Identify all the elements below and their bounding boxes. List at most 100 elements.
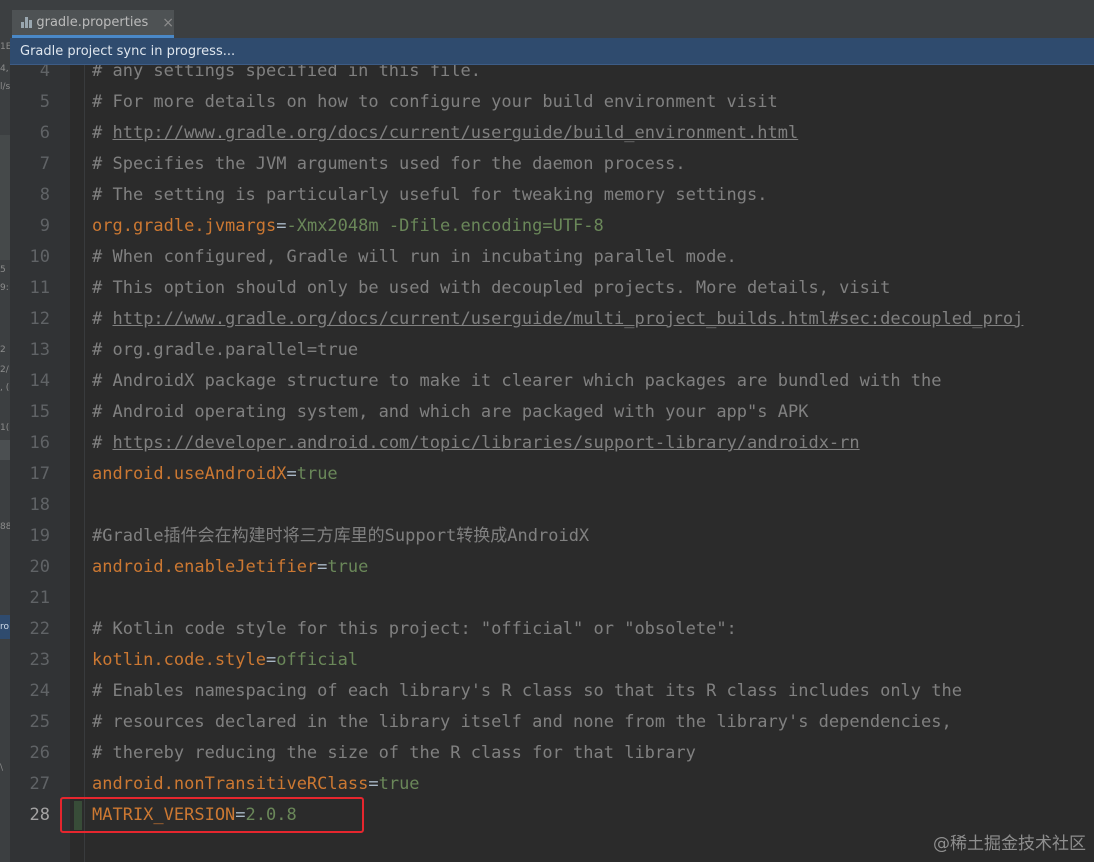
comment-text: # Kotlin code style for this project: "o… xyxy=(92,619,737,639)
property-value: true xyxy=(296,464,338,484)
line-number[interactable]: 24 xyxy=(30,676,50,707)
equals-sign: = xyxy=(276,216,287,236)
code-line[interactable]: # org.gradle.parallel=true xyxy=(92,335,358,366)
line-number[interactable]: 20 xyxy=(30,552,50,583)
sync-status-text: Gradle project sync in progress... xyxy=(20,44,236,59)
code-editor[interactable]: 4 5 6 7 8 9 10 11 12 13 14 15 16 17 18 19 20 21 22 23 24 25 26… xyxy=(10,65,1094,862)
left-panel-text: 9: xyxy=(0,283,9,293)
line-number[interactable]: 5 xyxy=(40,87,50,118)
vcs-change-marker xyxy=(74,801,82,830)
property-value: official xyxy=(276,650,359,670)
line-number[interactable]: 15 xyxy=(30,397,50,428)
line-number[interactable]: 27 xyxy=(30,769,50,800)
comment-text: # The setting is particularly useful for… xyxy=(92,185,768,205)
equals-sign: = xyxy=(286,464,297,484)
code-line[interactable]: android.useAndroidX=true xyxy=(92,459,338,490)
line-number[interactable]: 25 xyxy=(30,707,50,738)
code-line[interactable]: # AndroidX package structure to make it … xyxy=(92,366,942,397)
code-line[interactable]: org.gradle.jvmargs=-Xmx2048m -Dfile.enco… xyxy=(92,211,604,242)
code-line[interactable]: # http://www.gradle.org/docs/current/use… xyxy=(92,118,798,149)
line-number[interactable]: 26 xyxy=(30,738,50,769)
comment-text: #Gradle插件会在构建时将三方库里的Support转换成AndroidX xyxy=(92,526,590,546)
line-number[interactable]: 11 xyxy=(30,273,50,304)
left-panel-text: 2/ xyxy=(0,365,9,375)
code-line[interactable]: android.nonTransitiveRClass=true xyxy=(92,769,420,800)
line-number[interactable]: 12 xyxy=(30,304,50,335)
gradle-file-icon xyxy=(20,16,32,29)
comment-text: # Specifies the JVM arguments used for t… xyxy=(92,154,686,174)
code-line[interactable]: # For more details on how to configure y… xyxy=(92,87,778,118)
property-value: true xyxy=(327,557,369,577)
close-icon[interactable]: × xyxy=(162,15,174,31)
code-line[interactable]: android.enableJetifier=true xyxy=(92,552,368,583)
left-panel-text: 4, xyxy=(0,64,9,74)
url-link[interactable]: http://www.gradle.org/docs/current/userg… xyxy=(112,309,1023,329)
url-link[interactable]: https://developer.android.com/topic/libr… xyxy=(112,433,859,453)
property-key: org.gradle.jvmargs xyxy=(92,216,277,236)
equals-sign: = xyxy=(317,557,328,577)
left-panel-band xyxy=(0,440,10,460)
code-line[interactable]: #Gradle插件会在构建时将三方库里的Support转换成AndroidX xyxy=(92,521,589,552)
line-number[interactable]: 14 xyxy=(30,366,50,397)
code-line[interactable]: # http://www.gradle.org/docs/current/use… xyxy=(92,304,1023,335)
comment-text: # resources declared in the library itse… xyxy=(92,712,952,732)
left-panel-text: 1E xyxy=(0,42,10,52)
line-number[interactable]: 4 xyxy=(40,65,50,87)
line-number[interactable]: 7 xyxy=(40,149,50,180)
line-number[interactable]: 16 xyxy=(30,428,50,459)
left-panel-text: 88 xyxy=(0,522,10,532)
left-panel-text: ro xyxy=(0,622,10,632)
left-panel-text: l/s xyxy=(0,82,10,92)
line-number-gutter[interactable]: 4 5 6 7 8 9 10 11 12 13 14 15 16 17 18 19 20 21 22 23 24 25 26… xyxy=(10,65,70,862)
equals-sign: = xyxy=(266,650,277,670)
code-line[interactable]: # Specifies the JVM arguments used for t… xyxy=(92,149,686,180)
code-line[interactable]: # The setting is particularly useful for… xyxy=(92,180,768,211)
line-number[interactable]: 10 xyxy=(30,242,50,273)
line-number[interactable]: 23 xyxy=(30,645,50,676)
code-line[interactable]: # https://developer.android.com/topic/li… xyxy=(92,428,860,459)
comment-text: # org.gradle.parallel=true xyxy=(92,340,359,360)
code-line[interactable]: # Android operating system, and which ar… xyxy=(92,397,808,428)
line-number[interactable]: 17 xyxy=(30,459,50,490)
code-line[interactable]: # This option should only be used with d… xyxy=(92,273,890,304)
property-key: android.nonTransitiveRClass xyxy=(92,774,369,794)
comment-text: # When configured, Gradle will run in in… xyxy=(92,247,737,267)
comment-text: # AndroidX package structure to make it … xyxy=(92,371,942,391)
property-value: -Xmx2048m -Dfile.encoding=UTF-8 xyxy=(286,216,604,236)
line-number[interactable]: 18 xyxy=(30,490,50,521)
line-number[interactable]: 9 xyxy=(40,211,50,242)
left-panel-text: \ xyxy=(0,763,4,773)
line-number[interactable]: 8 xyxy=(40,180,50,211)
line-number[interactable]: 22 xyxy=(30,614,50,645)
tab-label: gradle.properties xyxy=(36,15,149,30)
left-panel-band xyxy=(0,135,10,260)
line-number[interactable]: 6 xyxy=(40,118,50,149)
left-panel-text: , ( xyxy=(0,383,10,393)
line-number[interactable]: 19 xyxy=(30,521,50,552)
code-line[interactable]: # resources declared in the library itse… xyxy=(92,707,952,738)
comment-prefix: # xyxy=(92,309,113,329)
line-number[interactable]: 21 xyxy=(30,583,50,614)
property-key: kotlin.code.style xyxy=(92,650,266,670)
line-number[interactable]: 28 xyxy=(30,800,50,831)
tab-gradle-properties[interactable]: gradle.properties × xyxy=(12,10,174,38)
line-number[interactable]: 13 xyxy=(30,335,50,366)
code-line[interactable]: # When configured, Gradle will run in in… xyxy=(92,242,737,273)
code-line[interactable]: kotlin.code.style=official xyxy=(92,645,358,676)
watermark: @稀土掘金技术社区 xyxy=(933,834,1086,854)
sync-status-banner: Gradle project sync in progress... xyxy=(10,38,1094,65)
comment-text: # thereby reducing the size of the R cla… xyxy=(92,743,696,763)
fold-separator xyxy=(84,65,85,862)
comment-prefix: # xyxy=(92,433,113,453)
code-line[interactable]: # thereby reducing the size of the R cla… xyxy=(92,738,696,769)
editor-tab-bar: gradle.properties × xyxy=(10,0,1094,39)
code-line[interactable]: # any settings specified in this file. xyxy=(92,65,481,87)
code-line[interactable]: # Enables namespacing of each library's … xyxy=(92,676,962,707)
left-panel-text: 5 xyxy=(0,265,6,275)
left-panel-edge: 1E 4, l/s 5 9: 2 2/ , ( 1( 88 ro \ xyxy=(0,0,10,862)
url-link[interactable]: http://www.gradle.org/docs/current/userg… xyxy=(112,123,798,143)
property-key: android.useAndroidX xyxy=(92,464,287,484)
comment-text: # For more details on how to configure y… xyxy=(92,92,778,112)
code-line[interactable]: # Kotlin code style for this project: "o… xyxy=(92,614,737,645)
comment-text: # Enables namespacing of each library's … xyxy=(92,681,962,701)
